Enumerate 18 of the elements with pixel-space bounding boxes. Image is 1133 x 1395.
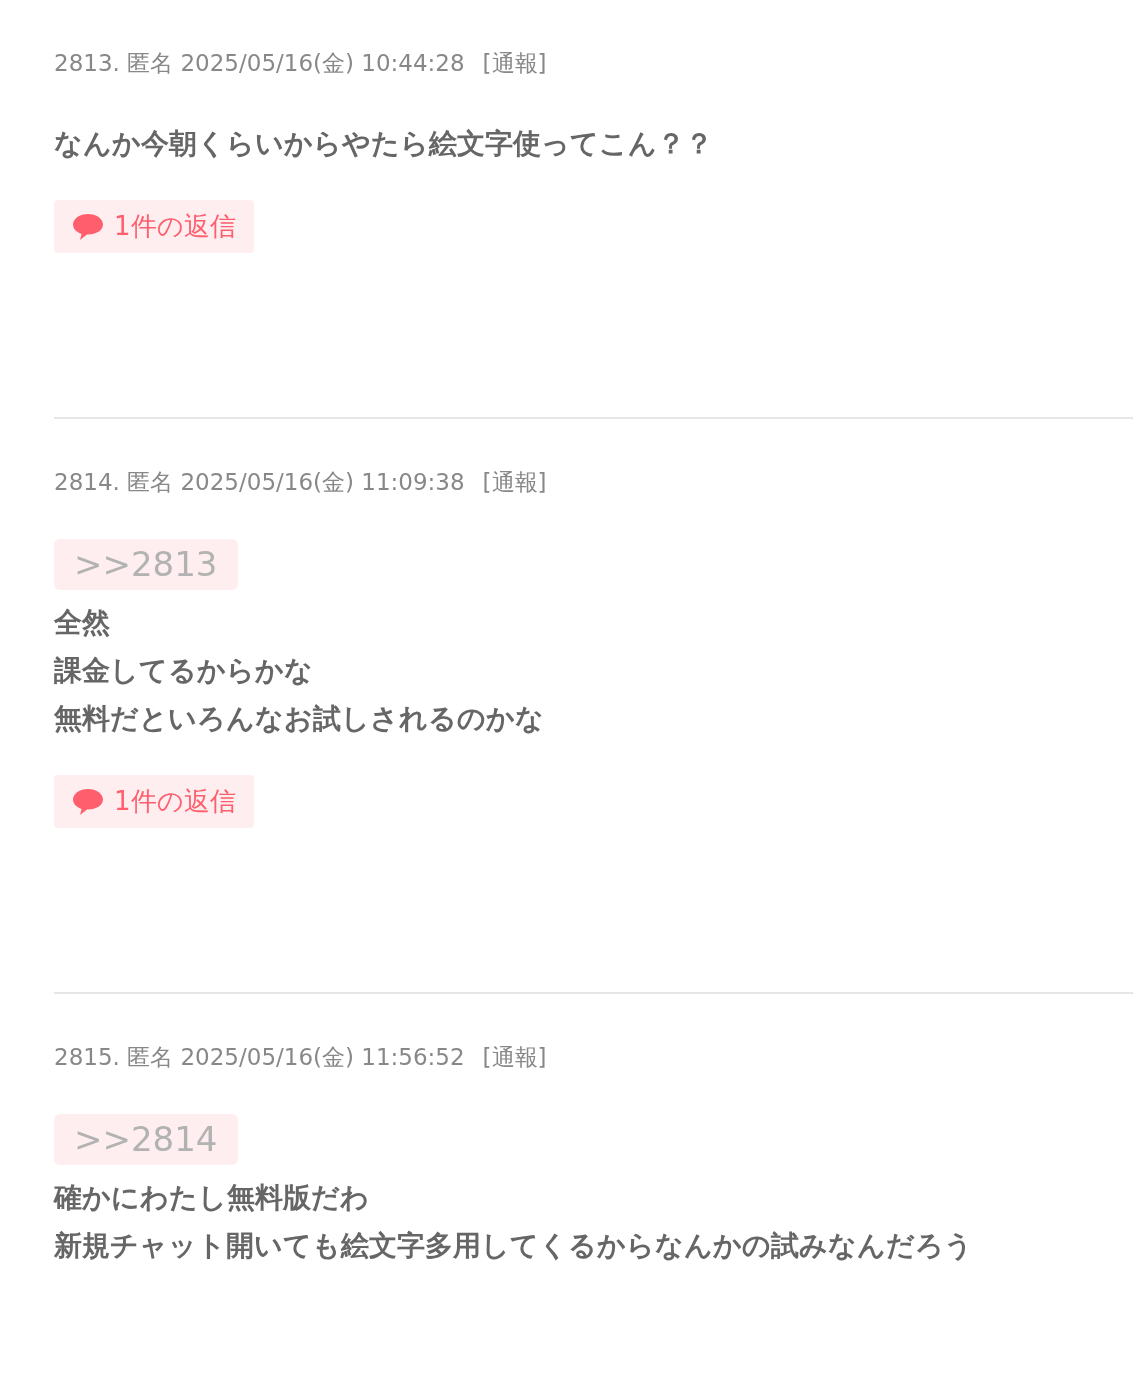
- report-link[interactable]: [通報]: [482, 466, 547, 498]
- speech-bubble-icon: [72, 787, 104, 816]
- post-meta: 2813. 匿名 2025/05/16(金) 10:44:28: [54, 48, 465, 78]
- post-text-line: 確かにわたし無料版だわ: [54, 1180, 370, 1216]
- post-text-line: 無料だといろんなお試しされるのかな: [54, 701, 545, 737]
- report-link[interactable]: [通報]: [482, 1041, 547, 1073]
- post-meta: 2815. 匿名 2025/05/16(金) 11:56:52: [54, 1042, 465, 1072]
- speech-bubble-icon: [72, 212, 104, 241]
- post-text-line: 課金してるからかな: [54, 653, 314, 689]
- reply-anchor-link[interactable]: >>2813: [54, 539, 238, 590]
- reply-anchor-link[interactable]: >>2814: [54, 1114, 238, 1165]
- report-link[interactable]: [通報]: [482, 47, 547, 79]
- replies-button[interactable]: 1件の返信: [54, 200, 254, 253]
- post-text-line: 新規チャット開いても絵文字多用してくるからなんかの試みなんだろう: [54, 1228, 974, 1264]
- post-meta: 2814. 匿名 2025/05/16(金) 11:09:38: [54, 467, 465, 497]
- post-text-line: 全然: [54, 605, 111, 641]
- replies-button[interactable]: 1件の返信: [54, 775, 254, 828]
- post-text-line: なんか今朝くらいからやたら絵文字使ってこん？？: [54, 126, 714, 162]
